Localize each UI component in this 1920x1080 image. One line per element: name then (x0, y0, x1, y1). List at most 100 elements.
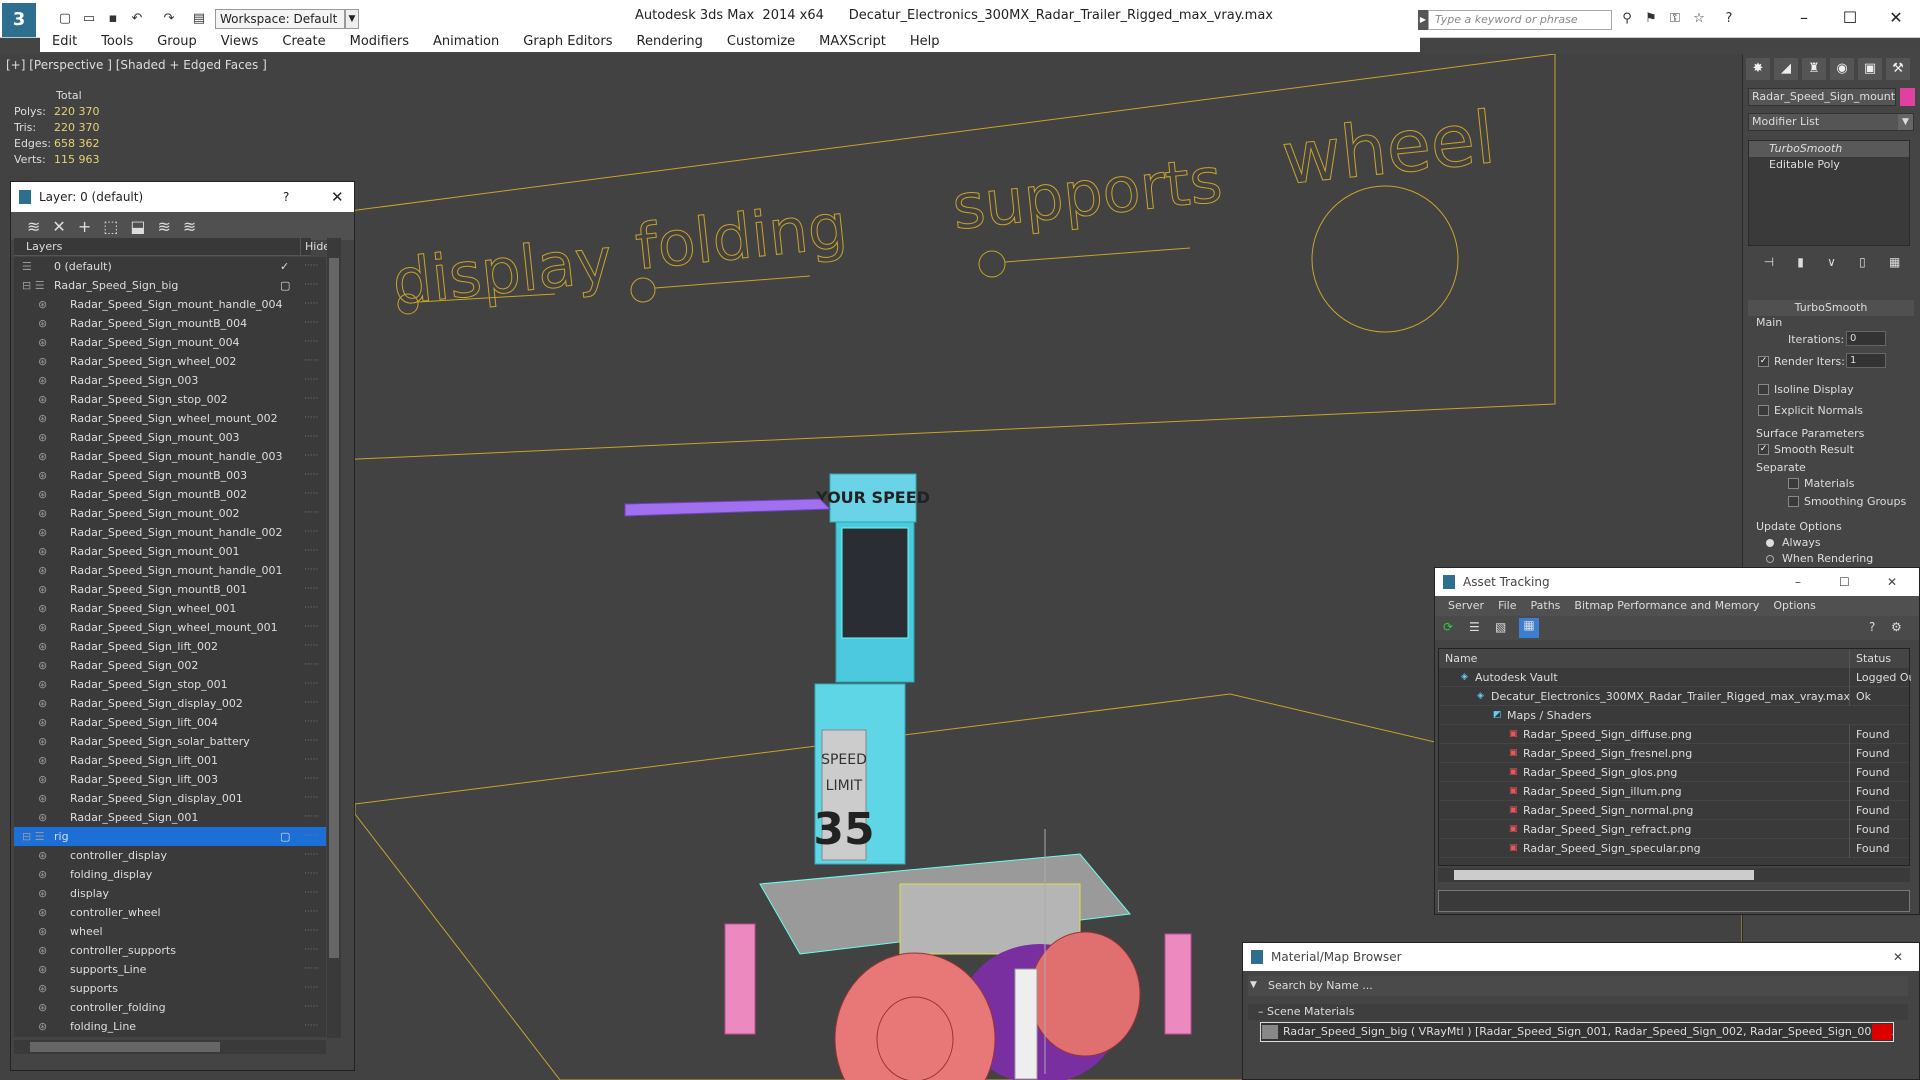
redo-icon[interactable]: ↷ (160, 10, 178, 28)
hide-toggle[interactable]: ····· (304, 295, 318, 314)
hide-toggle[interactable]: ····· (304, 618, 318, 637)
menu-customize[interactable]: Customize (715, 32, 807, 52)
hide-toggle[interactable]: ····· (304, 276, 318, 295)
layer-hscroll-thumb[interactable] (30, 1042, 220, 1052)
add-to-layer-icon[interactable]: + (78, 217, 91, 236)
layer-help-icon[interactable]: ? (283, 182, 289, 212)
menu-edit[interactable]: Edit (40, 32, 89, 52)
layer-row[interactable]: ☰ 0 (default) ✓ ····· (14, 257, 326, 276)
object-name-field[interactable]: Radar_Speed_Sign_mount_0 (1748, 88, 1896, 106)
layer-window-header[interactable]: Layer: 0 (default) ? ✕ (11, 182, 354, 212)
viewport-label[interactable]: [+] [Perspective ] [Shaded + Edged Faces… (6, 58, 267, 72)
modifier-list-dropdown[interactable]: Modifier List (1748, 113, 1914, 131)
asset-hscroll-thumb[interactable] (1454, 870, 1754, 880)
hide-toggle[interactable]: ····· (304, 333, 318, 352)
material-browser-header[interactable]: Material/Map Browser ✕ (1243, 943, 1919, 971)
material-item[interactable]: Radar_Speed_Sign_big ( VRayMtl ) [Radar_… (1260, 1022, 1894, 1042)
hide-toggle[interactable]: ····· (304, 751, 318, 770)
pin-stack-icon[interactable]: ⊣ (1764, 255, 1774, 271)
hide-toggle[interactable]: ····· (304, 390, 318, 409)
search-expand-icon[interactable]: ▶ (1418, 10, 1428, 30)
create-layer-icon[interactable]: ≋ (27, 217, 40, 236)
hide-toggle[interactable]: ····· (304, 637, 318, 656)
hide-toggle[interactable]: ····· (304, 314, 318, 333)
layer-row[interactable]: ⊛ Radar_Speed_Sign_wheel_001 ····· (14, 599, 326, 618)
menu-animation[interactable]: Animation (421, 32, 511, 52)
hide-toggle[interactable]: ····· (304, 504, 318, 523)
layer-scrollbar-horizontal[interactable] (14, 1040, 326, 1054)
layer-row[interactable]: ⊛ supports_Line ····· (14, 960, 326, 979)
hide-toggle[interactable]: ····· (304, 960, 318, 979)
hide-toggle[interactable]: ····· (304, 941, 318, 960)
scene-materials-section[interactable]: – Scene Materials (1248, 1004, 1908, 1020)
search-input[interactable]: Type a keyword or phrase (1428, 10, 1612, 30)
save-file-icon[interactable]: ▪ (104, 10, 122, 28)
asset-menu-server[interactable]: Server (1441, 596, 1491, 616)
display-tab-icon[interactable]: ▣ (1858, 58, 1882, 80)
layer-row[interactable]: ⊛ folding_Line ····· (14, 1017, 326, 1036)
app-logo-icon[interactable]: 3 (2, 3, 36, 37)
layer-row[interactable]: ⊛ display ····· (14, 884, 326, 903)
menu-maxscript[interactable]: MAXScript (807, 32, 898, 52)
menu-tools[interactable]: Tools (89, 32, 145, 52)
layer-row[interactable]: ⊛ Radar_Speed_Sign_stop_001 ····· (14, 675, 326, 694)
menu-rendering[interactable]: Rendering (625, 32, 715, 52)
hide-toggle[interactable]: ····· (304, 808, 318, 827)
asset-path-field[interactable] (1438, 890, 1910, 912)
layer-scrollbar-thumb[interactable] (329, 258, 339, 958)
asset-row[interactable]: ◈ Autodesk Vault Logged Out (1439, 668, 1911, 687)
layer-row[interactable]: ⊛ Radar_Speed_Sign_mount_handle_001 ····· (14, 561, 326, 580)
hide-toggle[interactable]: ····· (304, 827, 318, 846)
layer-row[interactable]: ⊛ controller_display ····· (14, 846, 326, 865)
maximize-icon[interactable]: ☐ (1836, 6, 1864, 30)
asset-row[interactable]: ▣ Radar_Speed_Sign_refract.png Found (1439, 820, 1909, 839)
render-iters-spinner[interactable]: 1 (1846, 353, 1886, 368)
modify-tab-icon[interactable]: ◢ (1774, 58, 1798, 80)
asset-name-column-header[interactable]: Name (1439, 652, 1477, 665)
hide-all-layers-icon[interactable]: ≋ (157, 217, 170, 236)
layer-window-close-icon[interactable]: ✕ (331, 182, 344, 212)
separate-materials-checkbox[interactable] (1788, 478, 1799, 489)
hide-toggle[interactable]: ····· (304, 713, 318, 732)
layer-row[interactable]: ⊛ Radar_Speed_Sign_003 ····· (14, 371, 326, 390)
workspace-dropdown[interactable]: Workspace: Default (215, 9, 345, 29)
delete-layer-icon[interactable]: ✕ (52, 217, 65, 236)
layer-scrollbar-vertical[interactable] (327, 238, 341, 1038)
update-always-radio[interactable] (1766, 539, 1774, 547)
hide-toggle[interactable]: ····· (304, 694, 318, 713)
layer-row[interactable]: ⊛ Radar_Speed_Sign_wheel_002 ····· (14, 352, 326, 371)
remove-modifier-icon[interactable]: ▯ (1859, 255, 1866, 271)
layer-row[interactable]: ⊛ Radar_Speed_Sign_display_001 ····· (14, 789, 326, 808)
hide-toggle[interactable]: ····· (304, 371, 318, 390)
menu-views[interactable]: Views (209, 32, 271, 52)
hide-toggle[interactable]: ····· (304, 447, 318, 466)
menu-group[interactable]: Group (145, 32, 209, 52)
separate-smoothing-groups-checkbox[interactable] (1788, 496, 1799, 507)
asset-row[interactable]: ◩ Maps / Shaders (1439, 706, 1909, 725)
isoline-display-checkbox[interactable] (1758, 384, 1769, 395)
asset-minimize-icon[interactable]: – (1795, 568, 1801, 596)
explicit-normals-checkbox[interactable] (1758, 405, 1769, 416)
layer-row[interactable]: ⊛ Radar_Speed_Sign_display_002 ····· (14, 694, 326, 713)
hide-toggle[interactable]: ····· (304, 409, 318, 428)
layer-row[interactable]: ⊛ Radar_Speed_Sign_mountB_003 ····· (14, 466, 326, 485)
layer-checkbox[interactable]: ▢ (280, 827, 290, 846)
hide-toggle[interactable]: ····· (304, 770, 318, 789)
asset-row[interactable]: ◈ Decatur_Electronics_300MX_Radar_Trailer… (1439, 687, 1909, 706)
render-iters-checkbox[interactable]: ✓ (1758, 356, 1769, 367)
favorites-star-icon[interactable]: ☆ (1690, 10, 1708, 28)
hide-toggle[interactable]: ····· (304, 884, 318, 903)
hide-toggle[interactable]: ····· (304, 485, 318, 504)
hide-toggle[interactable]: ····· (304, 352, 318, 371)
asset-row[interactable]: ▣ Radar_Speed_Sign_illum.png Found (1439, 782, 1909, 801)
layer-row[interactable]: ⊛ Radar_Speed_Sign_wheel_mount_001 ····· (14, 618, 326, 637)
hide-toggle[interactable]: ····· (304, 903, 318, 922)
layer-row[interactable]: ⊛ Radar_Speed_Sign_002 ····· (14, 656, 326, 675)
layer-row[interactable]: ⊛ Radar_Speed_Sign_mount_004 ····· (14, 333, 326, 352)
stack-item-editable-poly[interactable]: Editable Poly (1749, 157, 1909, 173)
hide-toggle[interactable]: ····· (304, 561, 318, 580)
utilities-tab-icon[interactable]: ⚒ (1886, 58, 1910, 80)
asset-tracking-header[interactable]: Asset Tracking – ☐ ✕ (1435, 568, 1919, 596)
turbosmooth-rollout-header[interactable]: TurboSmooth (1748, 300, 1914, 316)
asset-maximize-icon[interactable]: ☐ (1839, 568, 1850, 596)
